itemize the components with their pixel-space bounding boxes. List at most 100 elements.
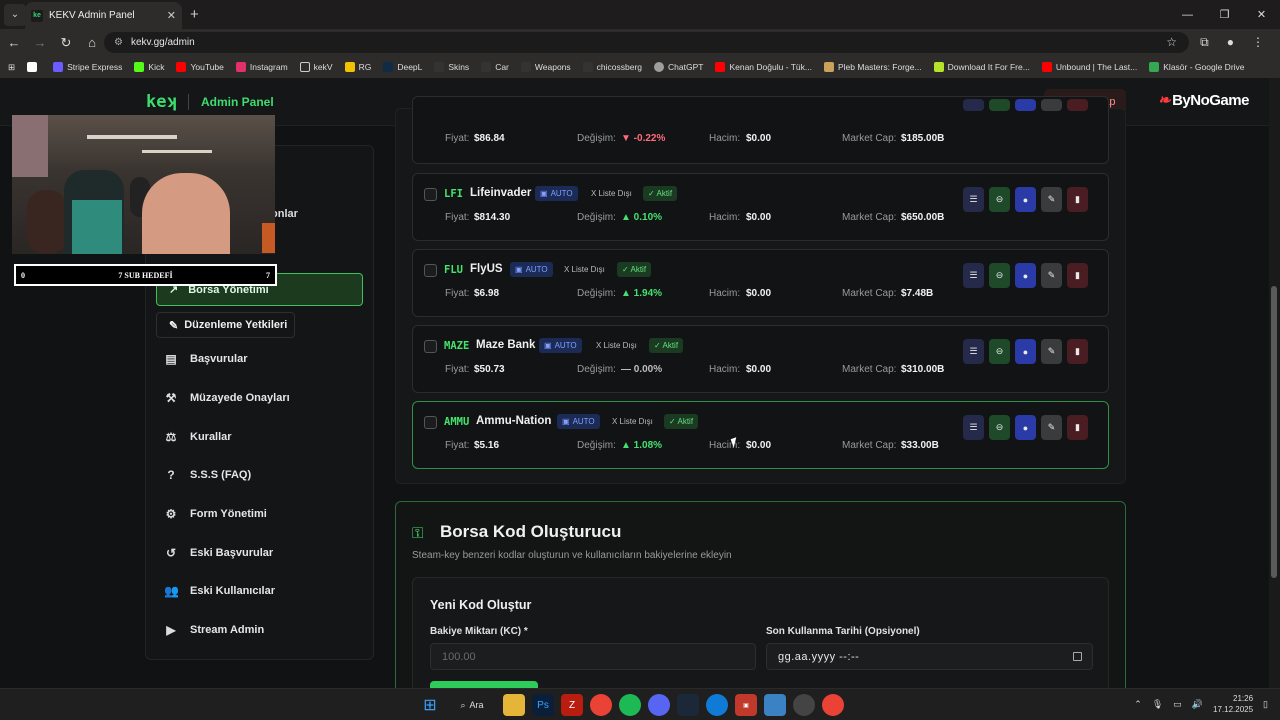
sidebar-item-muzayede-onaylari[interactable]: ⚒ Müzayede Onayları bbox=[164, 391, 290, 405]
sliders-icon[interactable]: ☰ bbox=[963, 187, 984, 212]
notification-icon[interactable]: ▯ bbox=[1263, 699, 1268, 710]
sponsor-logo[interactable]: ❧ ByNoGame bbox=[1158, 91, 1249, 109]
trash-icon[interactable]: ▮ bbox=[1067, 187, 1088, 212]
steam-icon[interactable] bbox=[677, 694, 699, 716]
bookmark-item[interactable]: Car bbox=[481, 62, 509, 72]
windows-start-icon[interactable]: ⊞ bbox=[419, 694, 441, 716]
profile-icon[interactable]: ● bbox=[1227, 35, 1234, 50]
bookmark-item[interactable]: Klasör - Google Drive bbox=[1149, 62, 1245, 72]
calendar-icon[interactable] bbox=[1073, 652, 1082, 661]
tab-search-button[interactable]: ⌄ bbox=[4, 3, 26, 26]
edit-icon[interactable]: ✎ bbox=[1041, 263, 1062, 288]
minus-circle-icon[interactable] bbox=[989, 99, 1010, 111]
sidebar-item-stream-admin[interactable]: ▶ Stream Admin bbox=[164, 623, 264, 637]
bookmark-item[interactable]: Unbound | The Last... bbox=[1041, 62, 1137, 72]
edit-icon[interactable]: ✎ bbox=[1041, 415, 1062, 440]
sliders-icon[interactable]: ☰ bbox=[963, 415, 984, 440]
minus-circle-icon[interactable]: ⊖ bbox=[989, 415, 1010, 440]
network-icon[interactable]: ▭ bbox=[1173, 699, 1182, 710]
forward-icon[interactable]: → bbox=[28, 35, 52, 50]
filezilla-icon[interactable]: Z bbox=[561, 694, 583, 716]
sliders-icon[interactable]: ☰ bbox=[963, 263, 984, 288]
taskbar-search[interactable]: ⌕ Ara bbox=[448, 694, 496, 716]
trash-icon[interactable]: ▮ bbox=[1067, 339, 1088, 364]
file-explorer-icon[interactable] bbox=[503, 694, 525, 716]
bookmark-item[interactable]: Instagram bbox=[235, 62, 288, 72]
extensions-icon[interactable]: ⧉ bbox=[1200, 35, 1209, 50]
bookmark-item[interactable]: chicossberg bbox=[582, 62, 642, 72]
microphone-icon[interactable]: 🎙 bbox=[1152, 699, 1163, 710]
url-field[interactable]: ⚙ kekv.gg/admin ☆ bbox=[104, 32, 1189, 53]
bookmark-item[interactable]: RG bbox=[344, 62, 371, 72]
back-icon[interactable]: ← bbox=[2, 35, 26, 50]
trash-icon[interactable]: ▮ bbox=[1067, 415, 1088, 440]
row-checkbox[interactable] bbox=[424, 264, 437, 277]
edit-icon[interactable]: ✎ bbox=[1041, 339, 1062, 364]
bookmark-item[interactable] bbox=[27, 62, 41, 72]
row-checkbox[interactable] bbox=[424, 188, 437, 201]
page-scrollbar[interactable] bbox=[1269, 78, 1280, 688]
site-info-icon[interactable]: ⚙ bbox=[114, 37, 123, 48]
sidebar-item-kurallar[interactable]: ⚖ Kurallar bbox=[164, 430, 232, 444]
close-window-button[interactable]: ✕ bbox=[1243, 0, 1280, 29]
minus-circle-icon[interactable]: ⊖ bbox=[989, 263, 1010, 288]
app-icon[interactable]: ▣ bbox=[735, 694, 757, 716]
new-tab-button[interactable]: + bbox=[190, 6, 199, 23]
scrollbar-thumb[interactable] bbox=[1271, 286, 1277, 578]
bookmark-folder[interactable]: kekV bbox=[299, 62, 333, 72]
active-tab[interactable]: ke KEKV Admin Panel ✕ bbox=[25, 2, 182, 29]
circle-icon[interactable]: ● bbox=[1015, 339, 1036, 364]
bookmark-item[interactable]: Kenan Doğulu - Tük... bbox=[715, 62, 812, 72]
close-tab-icon[interactable]: ✕ bbox=[167, 9, 176, 22]
discord-icon[interactable] bbox=[648, 694, 670, 716]
sliders-icon[interactable]: ☰ bbox=[963, 339, 984, 364]
edit-icon[interactable]: ✎ bbox=[1041, 187, 1062, 212]
obs-icon[interactable] bbox=[793, 694, 815, 716]
menu-icon[interactable]: ⋮ bbox=[1252, 35, 1264, 50]
trash-icon[interactable]: ▮ bbox=[1067, 263, 1088, 288]
volume-icon[interactable]: 🔊 bbox=[1192, 699, 1203, 710]
bookmark-item[interactable]: Kick bbox=[134, 62, 164, 72]
bookmark-star-icon[interactable]: ☆ bbox=[1166, 35, 1177, 49]
bookmark-item[interactable]: Skins bbox=[434, 62, 469, 72]
bookmark-item[interactable]: YouTube bbox=[176, 62, 224, 72]
circle-icon[interactable]: ● bbox=[1015, 263, 1036, 288]
sidebar-item-faq[interactable]: ? S.S.S (FAQ) bbox=[164, 468, 251, 482]
row-checkbox[interactable] bbox=[424, 340, 437, 353]
sliders-icon[interactable] bbox=[963, 99, 984, 111]
sidebar-item-basvurular[interactable]: ▤ Başvurular bbox=[164, 352, 247, 366]
spotify-icon[interactable] bbox=[619, 694, 641, 716]
create-code-button[interactable] bbox=[430, 681, 538, 688]
minus-circle-icon[interactable]: ⊖ bbox=[989, 187, 1010, 212]
sidebar-item-partial-label[interactable]: onlar bbox=[271, 208, 298, 220]
app-icon[interactable] bbox=[706, 694, 728, 716]
bookmark-item[interactable]: DeepL bbox=[383, 62, 422, 72]
home-icon[interactable]: ⌂ bbox=[80, 35, 104, 50]
row-checkbox[interactable] bbox=[424, 416, 437, 429]
circle-icon[interactable]: ● bbox=[1015, 415, 1036, 440]
chrome-icon[interactable] bbox=[590, 694, 612, 716]
minimize-button[interactable]: — bbox=[1169, 0, 1206, 29]
amount-input[interactable]: 100.00 bbox=[430, 643, 756, 670]
photoshop-icon[interactable]: Ps bbox=[532, 694, 554, 716]
edit-icon[interactable] bbox=[1041, 99, 1062, 111]
trash-icon[interactable] bbox=[1067, 99, 1088, 111]
app-icon[interactable] bbox=[764, 694, 786, 716]
sidebar-item-eski-kullanicilar[interactable]: 👥 Eski Kullanıcılar bbox=[164, 584, 275, 598]
sidebar-item-form-yonetimi[interactable]: ⚙ Form Yönetimi bbox=[164, 507, 267, 521]
tray-chevron-icon[interactable]: ⌃ bbox=[1134, 699, 1142, 710]
bookmark-item[interactable]: Pleb Masters: Forge... bbox=[823, 62, 922, 72]
circle-icon[interactable]: ● bbox=[1015, 187, 1036, 212]
minus-circle-icon[interactable]: ⊖ bbox=[989, 339, 1010, 364]
apps-icon[interactable]: ⊞ bbox=[8, 62, 15, 73]
bookmark-item[interactable]: Download It For Fre... bbox=[933, 62, 1030, 72]
clock[interactable]: 21:26 17.12.2025 bbox=[1213, 693, 1253, 715]
sidebar-item-eski-basvurular[interactable]: ↺ Eski Başvurular bbox=[164, 546, 273, 560]
restore-button[interactable]: ❐ bbox=[1206, 0, 1243, 29]
chrome-active-icon[interactable] bbox=[822, 694, 844, 716]
expiry-date-input[interactable]: gg.aa.yyyy --:-- bbox=[766, 643, 1093, 670]
bookmark-item[interactable]: Weapons bbox=[520, 62, 571, 72]
bookmark-item[interactable]: ChatGPT bbox=[654, 62, 703, 72]
bookmark-item[interactable]: Stripe Express bbox=[53, 62, 122, 72]
sidebar-item-duzenleme-yetkileri[interactable]: ✎ Düzenleme Yetkileri bbox=[156, 312, 295, 338]
